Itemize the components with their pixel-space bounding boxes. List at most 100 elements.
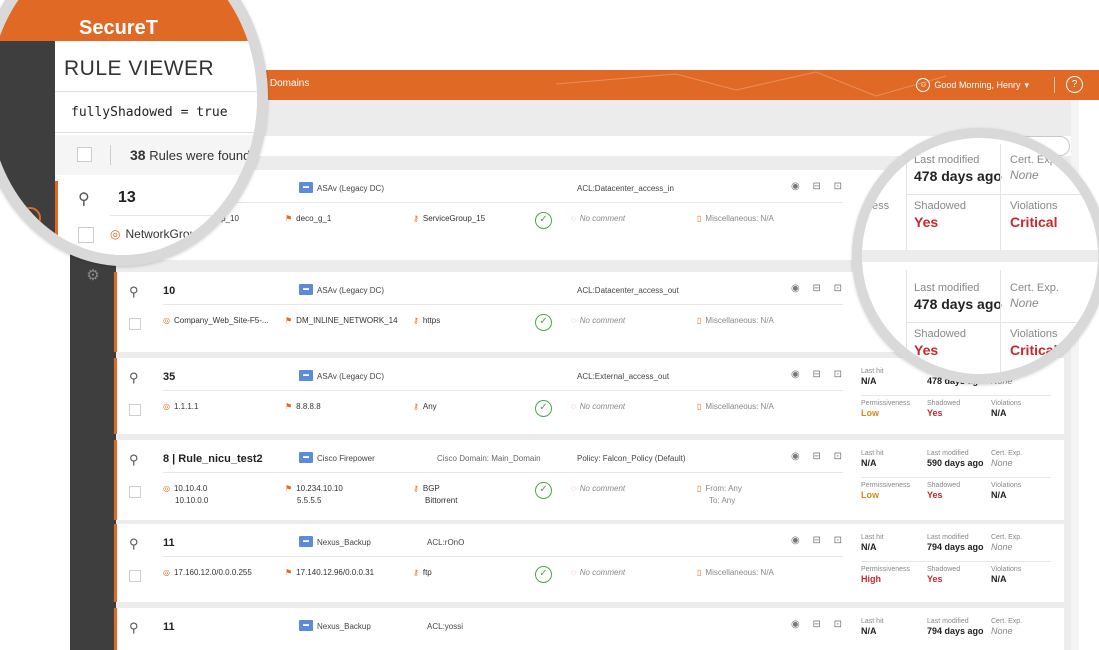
mag-divider-h2	[906, 322, 1098, 323]
comment-cell[interactable]: ◌ No comment	[571, 214, 625, 223]
rule-tools[interactable]: ◉ ⊟ ⊡	[791, 369, 847, 380]
pin-icon[interactable]: ⚲	[129, 620, 139, 636]
source-cell[interactable]: ◎ 1.1.1.1	[163, 402, 198, 411]
pin-icon[interactable]: ⚲	[129, 284, 139, 300]
device-name[interactable]: Nexus_Backup	[317, 622, 371, 631]
mag-shadowed-label-2: Shadowed	[914, 328, 966, 340]
stat-violations: Violations N/A	[991, 482, 1057, 500]
mag-last-modified-label-2: Last modified	[914, 282, 980, 294]
page-title: RULE VIEWER	[64, 57, 215, 80]
mag-divider-h1	[906, 194, 1098, 195]
mag-rule-checkbox[interactable]	[78, 227, 94, 243]
source-cell[interactable]: ◎ 10.10.4.0 10.10.0.0	[163, 484, 208, 505]
mag-last-modified-value-2: 478 days ago	[914, 296, 1002, 312]
destination-value: 17.140.12.96/0.0.0.31	[296, 568, 375, 577]
service-cell[interactable]: ⚷ Any	[413, 402, 437, 411]
check-circle-icon: ✓	[535, 314, 552, 331]
rule-row[interactable]: ⚲ 11 ▬ Nexus_Backup ACL:yossi ◉ ⊟ ⊡ Last hit N/…	[114, 608, 1064, 650]
pin-icon[interactable]: ⚲	[129, 370, 139, 386]
mag-shadowed-2: Shadowed Yes	[914, 328, 966, 358]
mag-shadowed-value-2: Yes	[914, 342, 939, 358]
misc-value: Miscellaneous: N/A	[705, 402, 774, 411]
comment-cell[interactable]: ◌ No comment	[571, 402, 625, 411]
rule-checkbox[interactable]	[129, 486, 141, 498]
stat-label: Cert. Exp.	[991, 534, 1023, 541]
summary-divider	[110, 145, 111, 165]
device-name[interactable]: ASAv (Legacy DC)	[317, 372, 384, 381]
stat-value: N/A	[861, 376, 877, 386]
mag-divider-v4	[1000, 270, 1001, 374]
device-name[interactable]: ASAv (Legacy DC)	[317, 184, 384, 193]
source-cell[interactable]: ◎ Company_Web_Site-F5-...	[163, 316, 269, 325]
service-value: Any	[422, 402, 437, 411]
key-icon: ⚷	[413, 402, 419, 411]
stat-label: Last hit	[861, 618, 884, 625]
rule-divider	[163, 202, 843, 203]
source-cell[interactable]: ◎ 17.160.12.0/0.0.0.255	[163, 568, 252, 577]
destination-cell[interactable]: ⚑ DM_INLINE_NETWORK_14	[285, 316, 398, 325]
comment-cell[interactable]: ◌ No comment	[571, 568, 625, 577]
device-name[interactable]: Nexus_Backup	[317, 538, 371, 547]
search-icon[interactable]	[19, 207, 41, 229]
flag-icon: ⚑	[285, 484, 293, 493]
mag-row-gap	[862, 250, 1098, 262]
mag-rule-number: 13	[118, 189, 136, 206]
acl-name: Policy: Falcon_Policy (Default)	[577, 454, 686, 463]
stat-shadowed: Shadowed Yes	[927, 566, 993, 584]
stat-cert: Cert. Exp.None	[991, 534, 1057, 552]
rule-number: 35	[163, 371, 176, 383]
rule-row[interactable]: ⚲ 8 | Rule_nicu_test2 ▬ Cisco Firepower Cisc…	[114, 440, 1064, 520]
user-menu[interactable]: ☺ Good Morning, Henry ▾	[916, 78, 1029, 92]
mag-permissiveness-partial: Pe Low	[870, 318, 886, 336]
rule-tools[interactable]: ◉ ⊟ ⊡	[791, 535, 847, 546]
mag-violations-value: Critical	[1010, 214, 1058, 230]
rule-tools[interactable]: ◉ ⊟ ⊡	[791, 283, 847, 294]
mag-cert-label: Cert. Exp.	[1010, 154, 1059, 166]
stat-value: N/A	[991, 574, 1007, 584]
rule-row[interactable]: ⚲ 11 ▬ Nexus_Backup ACL:rOnO ◉ ⊟ ⊡ ◎ 17.160.12.…	[114, 524, 1064, 602]
rule-tools[interactable]: ◉ ⊟ ⊡	[791, 619, 847, 630]
mag-violations-label-2: Violations	[1010, 328, 1058, 340]
destination-cell[interactable]: ⚑ 10.234.10.10 5.5.5.5	[285, 484, 343, 505]
document-icon: ▯	[697, 568, 702, 577]
destination-cell[interactable]: ⚑ 8.8.8.8	[285, 402, 321, 411]
stat-label: Violations	[991, 482, 1022, 489]
destination-cell[interactable]: ⚑ 17.140.12.96/0.0.0.31	[285, 568, 374, 577]
stats-divider	[861, 561, 1051, 562]
document-icon[interactable]	[23, 257, 37, 266]
comment-cell[interactable]: ◌ No comment	[571, 484, 625, 493]
rule-stats: Last hit N/A Last modified 794 days ago Cert…	[861, 534, 1061, 590]
acl-name: ACL:Datacenter_access_in	[577, 184, 674, 193]
misc-cell: ▯ From: Any To: Any	[697, 484, 742, 505]
rule-tools[interactable]: ◉ ⊟ ⊡	[791, 451, 847, 462]
device-icon: ▬	[299, 182, 313, 193]
rule-checkbox[interactable]	[129, 318, 141, 330]
query-input[interactable]: fullyShadowed = true	[55, 91, 257, 133]
misc-value: Miscellaneous: N/A	[705, 214, 774, 223]
service-cell[interactable]: ⚷ BGP Bittorrent	[413, 484, 457, 505]
pin-icon[interactable]: ⚲	[78, 189, 90, 209]
help-button[interactable]: ?	[1066, 76, 1083, 93]
select-all-checkbox[interactable]	[77, 147, 92, 162]
destination-cell[interactable]: ⚑ deco_g_1	[285, 214, 331, 223]
pin-icon[interactable]: ⚲	[129, 536, 139, 552]
stat-last-modified: Last modified 794 days ago	[927, 534, 993, 552]
stat-label: Permissiveness	[861, 400, 911, 407]
device-name[interactable]: ASAv (Legacy DC)	[317, 286, 384, 295]
rule-checkbox[interactable]	[129, 404, 141, 416]
gear-icon[interactable]: ⚙	[84, 266, 102, 284]
destination-value: 8.8.8.8	[296, 402, 321, 411]
comment-cell[interactable]: ◌ No comment	[571, 316, 625, 325]
rule-tools[interactable]: ◉ ⊟ ⊡	[791, 181, 847, 192]
service-cell[interactable]: ⚷ https	[413, 316, 440, 325]
service-cell[interactable]: ⚷ ftp	[413, 568, 432, 577]
mag-cert-label-2: Cert. Exp.	[1010, 282, 1059, 294]
service-cell[interactable]: ⚷ ServiceGroup_15	[413, 214, 485, 223]
stat-value: 794 days ago	[927, 542, 984, 552]
location-pin-icon: ◎	[163, 316, 170, 325]
mag-left-rail	[0, 41, 55, 266]
device-name[interactable]: Cisco Firepower	[317, 454, 375, 463]
pin-icon[interactable]: ⚲	[129, 452, 139, 468]
rule-checkbox[interactable]	[129, 570, 141, 582]
check-circle-icon: ✓	[535, 212, 552, 229]
